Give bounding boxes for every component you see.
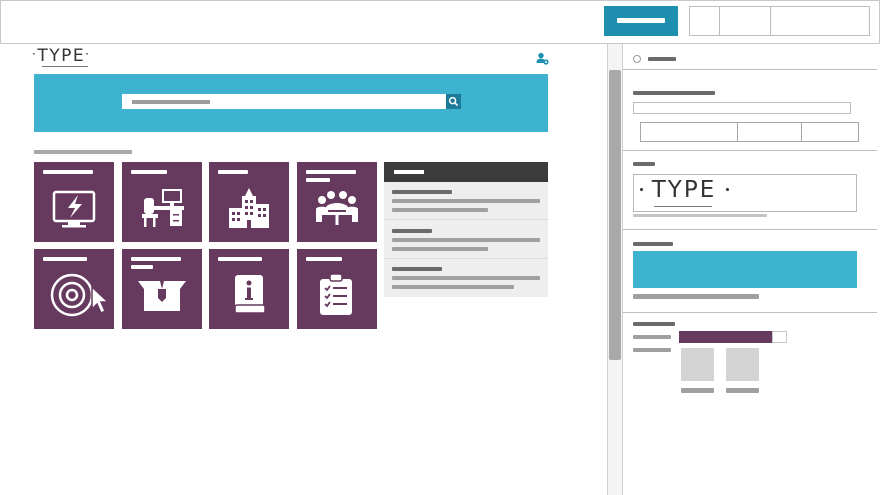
open-box-icon [138, 281, 186, 311]
panel-segment-2[interactable] [737, 122, 802, 142]
thumbnail-caption [681, 388, 714, 393]
panel-divider [623, 229, 877, 230]
tile-hr[interactable] [297, 162, 377, 242]
logo-preview-text: TYPE [651, 177, 717, 203]
news-panel [384, 162, 548, 297]
news-panel-header [384, 162, 548, 182]
logo-hint [633, 214, 767, 217]
canvas-scrollbar-thumb[interactable] [609, 70, 621, 360]
info-book-icon [234, 275, 266, 314]
clipboard-checklist-icon [320, 273, 352, 315]
field-label [633, 91, 715, 95]
section-heading [34, 150, 132, 154]
accent-color-picker[interactable] [772, 331, 787, 343]
logo-preview[interactable]: TYPE [633, 174, 857, 212]
office-desk-icon [142, 189, 184, 227]
panel-radio[interactable] [633, 55, 641, 63]
site-logo-text: TYPE [37, 46, 86, 66]
tile-knowledge[interactable] [209, 249, 289, 329]
primary-action-button[interactable] [604, 6, 678, 36]
tile-it-support[interactable] [34, 162, 114, 242]
tile-orders[interactable] [122, 249, 202, 329]
news-item[interactable] [384, 259, 548, 297]
accent-color-swatch[interactable] [679, 331, 772, 343]
monitor-lightning-icon [52, 190, 96, 228]
panel-divider [623, 69, 877, 70]
search-input[interactable] [122, 94, 446, 109]
toolbar-segment-1[interactable] [689, 6, 720, 36]
tile-software[interactable] [34, 249, 114, 329]
tile-workplace[interactable] [122, 162, 202, 242]
color-section-label [633, 242, 673, 246]
panel-divider [623, 150, 877, 151]
news-item[interactable] [384, 182, 548, 220]
tile-requests[interactable] [297, 249, 377, 329]
image-thumbnail[interactable] [681, 348, 714, 381]
accent-label-2 [633, 348, 671, 352]
logo-section-label [633, 162, 655, 166]
toolbar-segment-3[interactable] [770, 6, 870, 36]
panel-divider [623, 312, 877, 313]
color-value [633, 294, 759, 299]
disc-cursor-icon [50, 273, 110, 317]
search-placeholder-bar [132, 100, 210, 104]
panel-segment-1[interactable] [640, 122, 738, 142]
tile-facilities[interactable] [209, 162, 289, 242]
thumbnail-caption [726, 388, 759, 393]
search-icon [448, 96, 459, 107]
image-thumbnail[interactable] [726, 348, 759, 381]
accent-section-label [633, 322, 675, 326]
editor-window: ·TYPE· TYPE [0, 0, 880, 495]
meeting-people-icon [316, 191, 358, 225]
site-logo[interactable]: ·TYPE· [32, 46, 102, 70]
search-button[interactable] [446, 94, 461, 109]
news-item[interactable] [384, 221, 548, 259]
panel-text-field[interactable] [633, 102, 851, 114]
accent-label-1 [633, 335, 671, 339]
buildings-icon [229, 188, 269, 228]
toolbar-segment-2[interactable] [719, 6, 771, 36]
button-label-placeholder [617, 18, 665, 23]
panel-radio-label [648, 57, 676, 61]
panel-segment-3[interactable] [801, 122, 859, 142]
user-settings-icon[interactable] [536, 52, 549, 65]
brand-color-swatch[interactable] [633, 251, 857, 288]
